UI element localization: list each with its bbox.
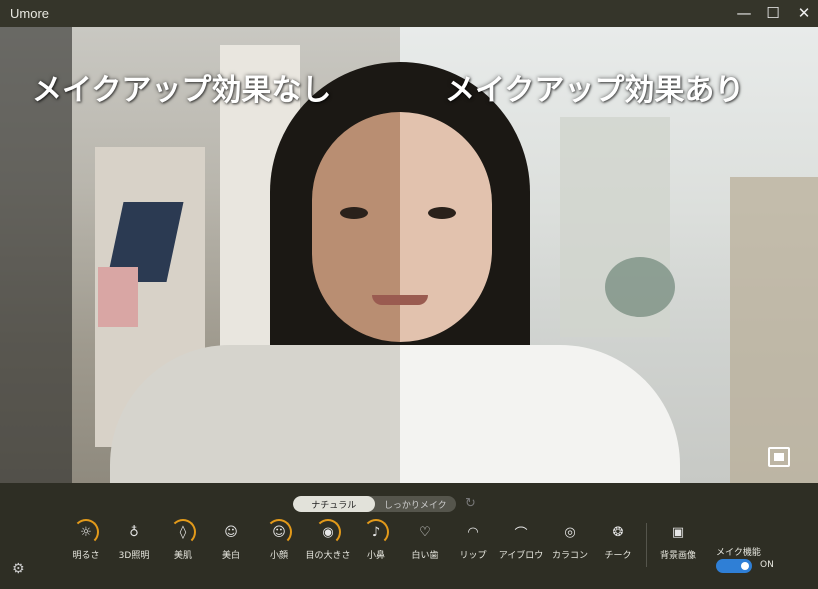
makeup-function-toggle[interactable] — [716, 559, 752, 573]
mouth — [372, 295, 428, 305]
bulb-icon: ♁ — [129, 524, 139, 540]
art-piece-pink — [98, 267, 138, 327]
plant — [605, 257, 675, 317]
close-button[interactable]: ✕ — [793, 4, 815, 22]
app-title: Umore — [10, 6, 50, 21]
gear-icon[interactable]: ⚙ — [12, 561, 25, 577]
tool-background-image[interactable]: ▣ 背景画像 — [648, 519, 708, 562]
left-eye — [340, 207, 368, 219]
toolbar-divider — [646, 523, 647, 567]
picture-in-picture-icon[interactable] — [768, 447, 790, 467]
eye-icon: ◉ — [315, 519, 341, 545]
makeup-mode-toggle[interactable]: ナチュラル しっかりメイク — [293, 496, 456, 512]
blush-icon: ❂ — [612, 524, 624, 540]
drop-icon: ◊ — [170, 519, 196, 545]
face-white-icon: ☺ — [224, 524, 238, 540]
eyebrow-icon: ⌒ — [514, 526, 528, 542]
title-bar: Umore — ☐ ✕ — [0, 0, 818, 27]
refresh-icon[interactable]: ↻ — [465, 497, 478, 510]
minimize-button[interactable]: — — [733, 4, 755, 22]
brightness-icon: ☼ — [73, 519, 99, 545]
makeup-toolbar: ナチュラル しっかりメイク ↻ ☼ 明るさ ♁ 3D照明 ◊ 美肌 ☺ 美白 ☺… — [0, 483, 818, 589]
mode-natural[interactable]: ナチュラル — [293, 496, 375, 512]
tool-cheek[interactable]: ❂ チーク — [588, 519, 648, 562]
lips-icon: ◠ — [467, 524, 479, 540]
toggle-state-label: ON — [760, 560, 774, 570]
label-with-makeup: メイクアップ効果あり — [445, 73, 745, 108]
right-eye — [428, 207, 456, 219]
nose-icon: ♪ — [363, 519, 389, 545]
mode-full-makeup[interactable]: しっかりメイク — [375, 496, 457, 512]
cabinet — [730, 177, 818, 483]
toggle-knob — [741, 562, 749, 570]
tooth-icon: ♡ — [419, 524, 431, 540]
tool-label: 背景画像 — [659, 551, 696, 561]
maximize-button[interactable]: ☐ — [762, 4, 784, 22]
label-without-makeup: メイクアップ効果なし — [32, 73, 332, 108]
image-icon: ▣ — [671, 524, 685, 540]
tool-label: チーク — [604, 551, 632, 561]
camera-preview: メイクアップ効果なし メイクアップ効果あり — [0, 27, 818, 483]
face-slim-icon: ☺ — [266, 519, 292, 545]
makeup-function-label: メイク機能 — [716, 548, 761, 558]
contact-lens-icon: ◎ — [564, 524, 576, 540]
